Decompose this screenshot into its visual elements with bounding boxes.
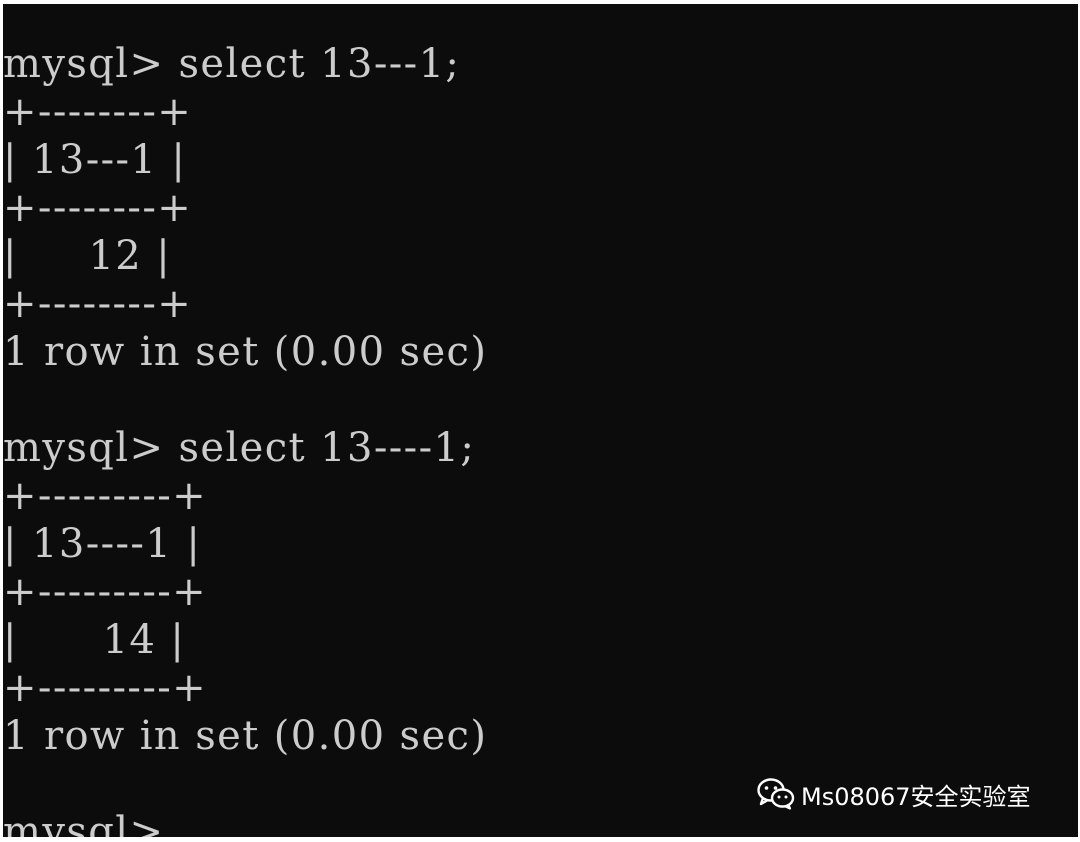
table-row-2: | 14 | (3, 617, 186, 663)
watermark-text: Ms08067安全实验室 (801, 782, 1031, 811)
screenshot-frame: mysql> select 13---1; +--------+ | 13---… (0, 0, 1080, 842)
table-header-1: | 13---1 | (3, 137, 187, 183)
mysql-prompt: mysql> (3, 809, 179, 837)
result-status-1: 1 row in set (0.00 sec) (3, 329, 488, 375)
wechat-watermark: Ms08067安全实验室 (757, 772, 1031, 816)
table-header-2: | 13----1 | (3, 521, 202, 567)
table-border-mid-2: +---------+ (3, 569, 208, 615)
table-row-1: | 12 | (3, 233, 172, 279)
table-border-top-1: +--------+ (3, 89, 193, 135)
wechat-icon (757, 778, 795, 810)
table-border-mid-1: +--------+ (3, 185, 193, 231)
result-status-2: 1 row in set (0.00 sec) (3, 713, 488, 759)
table-border-bottom-1: +--------+ (3, 281, 193, 327)
mysql-terminal-window[interactable]: mysql> select 13---1; +--------+ | 13---… (3, 4, 1078, 837)
query-line-2: mysql> select 13----1; (3, 425, 476, 471)
table-border-top-2: +---------+ (3, 473, 208, 519)
table-border-bottom-2: +---------+ (3, 665, 208, 711)
query-line-1: mysql> select 13---1; (3, 41, 461, 87)
prompt-line[interactable]: mysql> (3, 808, 200, 837)
